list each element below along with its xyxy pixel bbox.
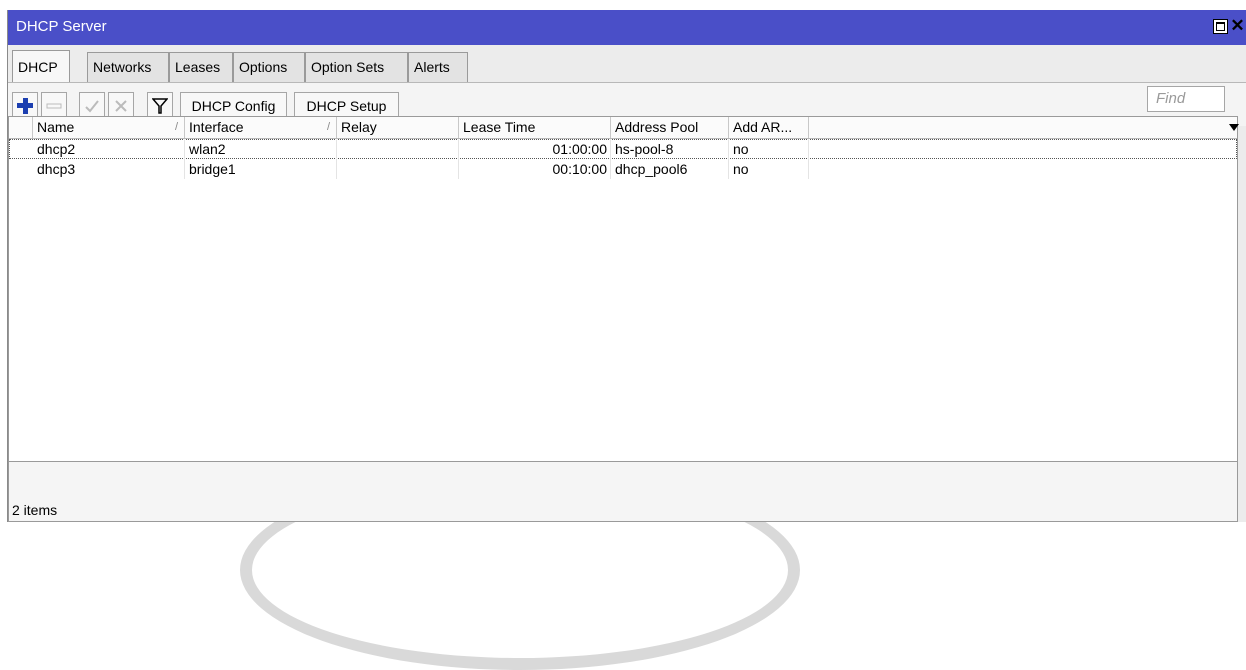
table-row[interactable]: dhcp3 bridge1 00:10:00 dhcp_pool6 no [9,159,1237,179]
item-count: 2 items [12,502,58,518]
tab-dhcp[interactable]: DHCP [12,50,70,83]
cell-lease-time: 00:10:00 [459,159,611,179]
filter-icon [152,98,168,114]
header-spacer [9,117,33,138]
sort-icon: / [326,121,330,133]
check-icon [85,100,99,113]
cell-address-pool: hs-pool-8 [611,139,729,159]
server-table: Name / Interface / Relay Lease Time Addres… [8,116,1239,462]
minus-icon [46,103,62,109]
column-add-arp[interactable]: Add AR... [729,117,809,138]
tab-options[interactable]: Options [233,52,305,82]
cell-name: dhcp3 [33,159,185,179]
column-lease-time[interactable]: Lease Time [459,117,611,138]
chevron-down-icon[interactable] [1229,124,1239,131]
column-address-pool[interactable]: Address Pool [611,117,729,138]
window-title: DHCP Server [16,18,107,35]
column-name[interactable]: Name / [33,117,185,138]
restore-icon [1216,22,1225,31]
find-input[interactable]: Find [1147,86,1225,112]
table-row[interactable]: dhcp2 wlan2 01:00:00 hs-pool-8 no [9,139,1237,159]
cell-name: dhcp2 [33,139,185,159]
close-button[interactable]: ✕ [1230,17,1245,34]
cell-relay [337,139,459,159]
title-bar[interactable]: DHCP Server ✕ [8,10,1246,45]
plus-icon [17,98,33,114]
tab-networks[interactable]: Networks [87,52,169,82]
tab-alerts[interactable]: Alerts [408,52,468,82]
cell-add-arp: no [729,159,809,179]
cell-address-pool: dhcp_pool6 [611,159,729,179]
tab-leases[interactable]: Leases [169,52,233,82]
cell-add-arp: no [729,139,809,159]
restore-button[interactable] [1213,19,1228,34]
column-interface[interactable]: Interface / [185,117,337,138]
cell-lease-time: 01:00:00 [459,139,611,159]
cell-relay [337,159,459,179]
tab-option-sets[interactable]: Option Sets [305,52,408,82]
status-bar: 2 items [8,462,1238,522]
sort-icon: / [174,121,178,133]
cross-icon [115,100,127,112]
cell-interface: bridge1 [185,159,337,179]
table-header: Name / Interface / Relay Lease Time Addres… [9,117,1239,139]
cell-interface: wlan2 [185,139,337,159]
column-relay[interactable]: Relay [337,117,459,138]
